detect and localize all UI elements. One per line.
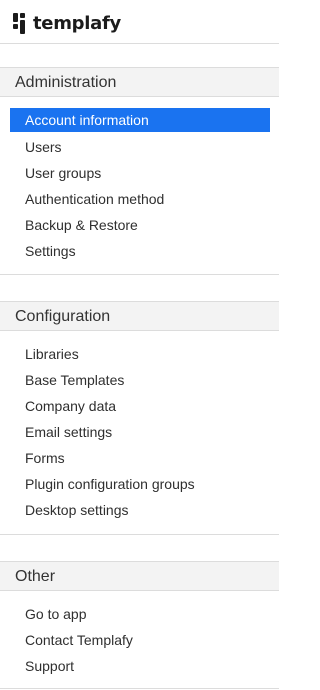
nav-item-contact-templafy[interactable]: Contact Templafy <box>10 627 270 653</box>
nav-item-desktop-settings[interactable]: Desktop settings <box>10 497 270 523</box>
section-header-administration: Administration <box>0 67 279 97</box>
section-divider <box>0 534 279 535</box>
section-title: Administration <box>15 74 117 91</box>
templafy-logo-icon <box>13 13 25 34</box>
section-header-other: Other <box>0 561 279 591</box>
nav-item-authentication-method[interactable]: Authentication method <box>10 186 270 212</box>
nav-list-other: Go to app Contact Templafy Support <box>0 601 279 679</box>
nav-list-configuration: Libraries Base Templates Company data Em… <box>0 341 279 523</box>
section-title: Other <box>15 568 56 585</box>
nav-list-administration: Account information Users User groups Au… <box>0 108 279 264</box>
section-divider <box>0 688 279 689</box>
nav-item-account-information[interactable]: Account information <box>10 108 270 132</box>
nav-item-go-to-app[interactable]: Go to app <box>10 601 270 627</box>
templafy-logo[interactable]: templafy <box>13 12 121 36</box>
nav-item-users[interactable]: Users <box>10 134 270 160</box>
section-divider <box>0 274 279 275</box>
nav-item-libraries[interactable]: Libraries <box>10 341 270 367</box>
nav-item-plugin-configuration-groups[interactable]: Plugin configuration groups <box>10 471 270 497</box>
nav-item-support[interactable]: Support <box>10 653 270 679</box>
brand-name: templafy <box>33 13 121 34</box>
nav-item-settings[interactable]: Settings <box>10 238 270 264</box>
nav-item-backup-restore[interactable]: Backup & Restore <box>10 212 270 238</box>
nav-item-user-groups[interactable]: User groups <box>10 160 270 186</box>
logo-bar: templafy <box>0 0 279 44</box>
nav-item-forms[interactable]: Forms <box>10 445 270 471</box>
section-header-configuration: Configuration <box>0 301 279 331</box>
nav-item-email-settings[interactable]: Email settings <box>10 419 270 445</box>
nav-item-base-templates[interactable]: Base Templates <box>10 367 270 393</box>
section-title: Configuration <box>15 308 111 325</box>
nav-item-company-data[interactable]: Company data <box>10 393 270 419</box>
